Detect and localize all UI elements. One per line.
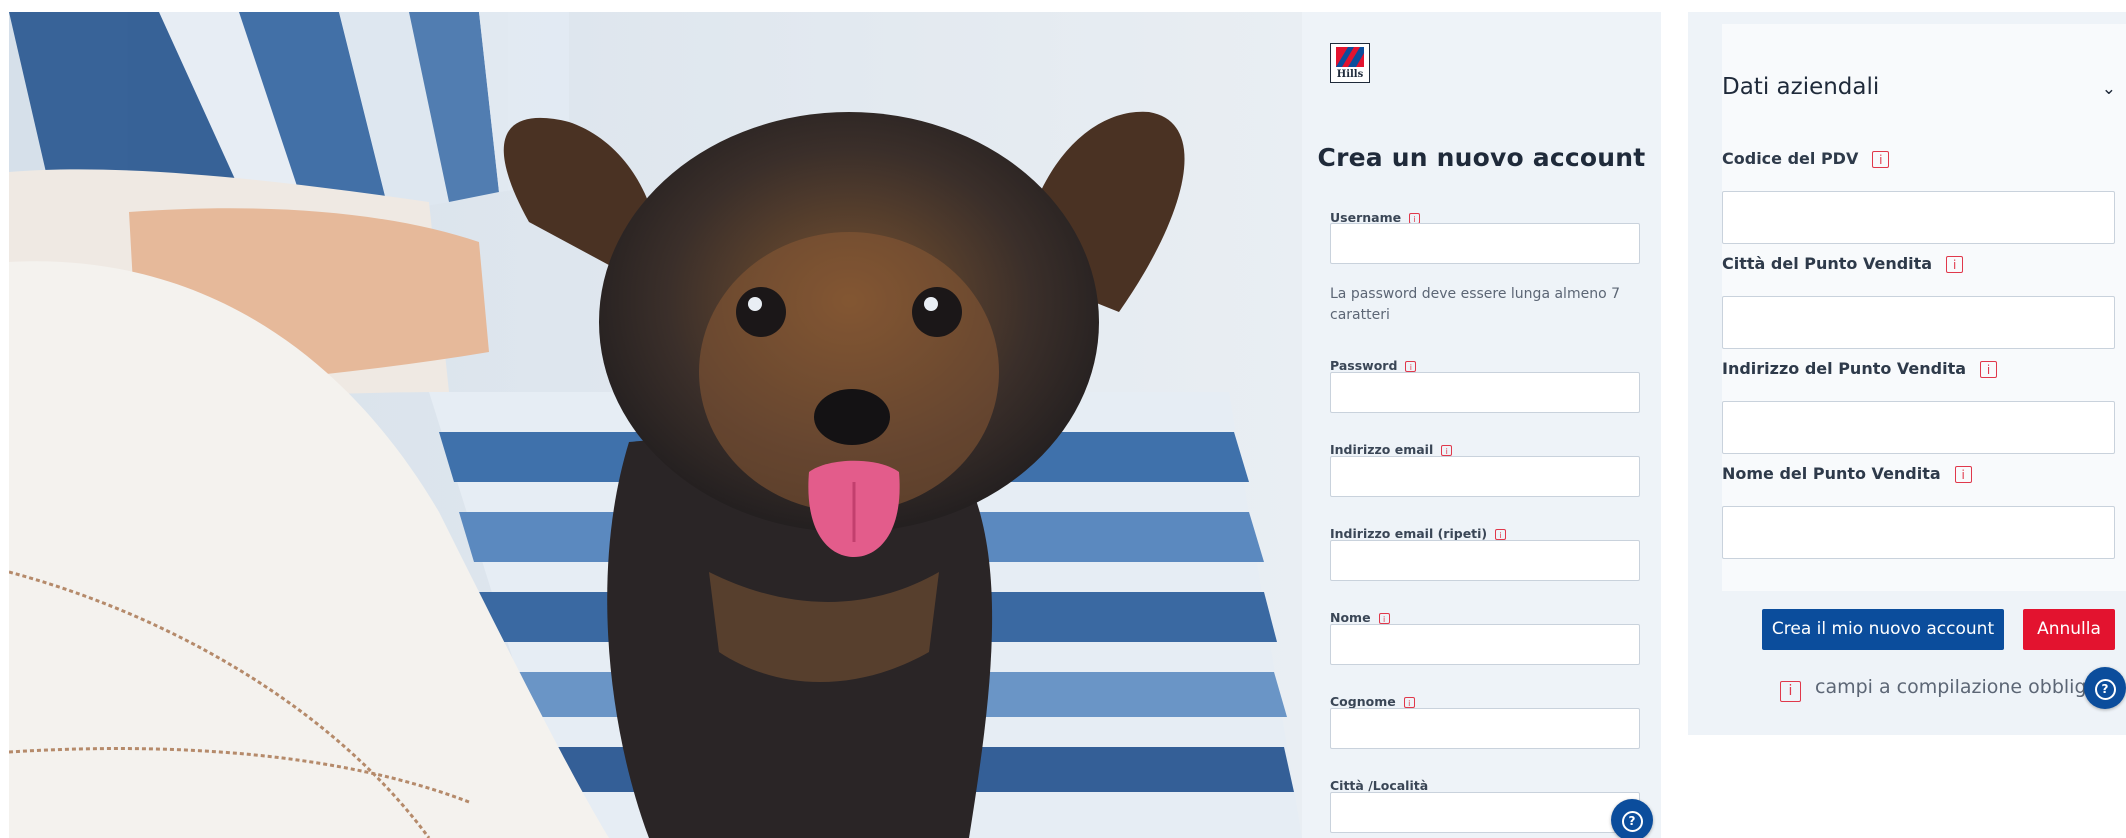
required-info-icon: i: [1872, 151, 1890, 168]
store-city-label-text: Città del Punto Vendita: [1722, 254, 1933, 273]
email-repeat-input[interactable]: [1330, 540, 1640, 581]
username-input[interactable]: [1330, 223, 1640, 264]
required-info-icon: i: [1495, 529, 1507, 540]
last-name-label: Cognome i: [1330, 694, 1415, 709]
first-name-label-text: Nome: [1330, 610, 1371, 625]
chevron-down-icon[interactable]: ⌄: [2102, 79, 2116, 99]
city-label-text: Città /Località: [1330, 778, 1429, 793]
email-label-text: Indirizzo email: [1330, 442, 1434, 457]
email-repeat-label-text: Indirizzo email (ripeti): [1330, 526, 1488, 541]
page-title: Crea un nuovo account: [1317, 143, 1646, 172]
pdv-code-label: Codice del PDV i: [1722, 149, 1890, 168]
first-name-label: Nome i: [1330, 610, 1390, 625]
required-info-icon: i: [1980, 361, 1998, 378]
hero-image: [9, 12, 1302, 838]
city-label: Città /Località: [1330, 778, 1428, 793]
help-button[interactable]: ?: [1611, 799, 1653, 838]
store-address-input[interactable]: [1722, 401, 2115, 454]
signup-form-panel: Hills Crea un nuovo account Username i La…: [1302, 12, 1661, 838]
first-name-input[interactable]: [1330, 624, 1640, 665]
pdv-code-input[interactable]: [1722, 191, 2115, 244]
store-address-label-text: Indirizzo del Punto Vendita: [1722, 359, 1967, 378]
last-name-input[interactable]: [1330, 708, 1640, 749]
store-city-input[interactable]: [1722, 296, 2115, 349]
store-name-label-text: Nome del Punto Vendita: [1722, 464, 1941, 483]
store-name-input[interactable]: [1722, 506, 2115, 559]
help-icon: ?: [1621, 811, 1643, 832]
password-label-text: Password: [1330, 358, 1398, 373]
section-title: Dati aziendali: [1722, 74, 1880, 100]
store-address-label: Indirizzo del Punto Vendita i: [1722, 359, 1998, 378]
required-fields-note: i campi a compilazione obbligat: [1780, 676, 2106, 702]
required-note-text: campi a compilazione obbligat: [1815, 676, 2106, 698]
email-label: Indirizzo email i: [1330, 442, 1453, 457]
password-label: Password i: [1330, 358, 1417, 373]
dog-photo: [9, 12, 1302, 838]
email-repeat-label: Indirizzo email (ripeti) i: [1330, 526, 1507, 541]
password-input[interactable]: [1330, 372, 1640, 413]
required-info-icon: i: [1954, 466, 1972, 483]
password-hint: La password deve essere lunga almeno 7 c…: [1330, 286, 1620, 323]
hills-logo: Hills: [1330, 43, 1370, 83]
email-input[interactable]: [1330, 456, 1640, 497]
store-city-label: Città del Punto Vendita i: [1722, 254, 1964, 273]
company-panel: Dati aziendali ⌄ Codice del PDV i Città d…: [1688, 12, 2126, 735]
required-info-icon: i: [1946, 256, 1964, 273]
hills-logo-mark: [1336, 47, 1364, 67]
required-info-icon: i: [1403, 697, 1415, 708]
city-input[interactable]: [1330, 792, 1640, 833]
store-name-label: Nome del Punto Vendita i: [1722, 464, 1972, 483]
last-name-label-text: Cognome: [1330, 694, 1396, 709]
help-icon: ?: [2094, 679, 2116, 700]
help-button[interactable]: ?: [2084, 667, 2126, 709]
pdv-code-label-text: Codice del PDV: [1722, 149, 1859, 168]
create-account-button[interactable]: Crea il mio nuovo account: [1762, 609, 2004, 650]
required-info-icon: i: [1441, 445, 1453, 456]
cancel-button[interactable]: Annulla: [2023, 609, 2115, 650]
required-info-icon: i: [1405, 361, 1417, 372]
company-data-section: Dati aziendali ⌄ Codice del PDV i Città d…: [1722, 24, 2126, 591]
required-info-icon: i: [1378, 613, 1390, 624]
required-info-icon: i: [1780, 681, 1801, 702]
logo-wordmark: Hills: [1336, 69, 1364, 80]
